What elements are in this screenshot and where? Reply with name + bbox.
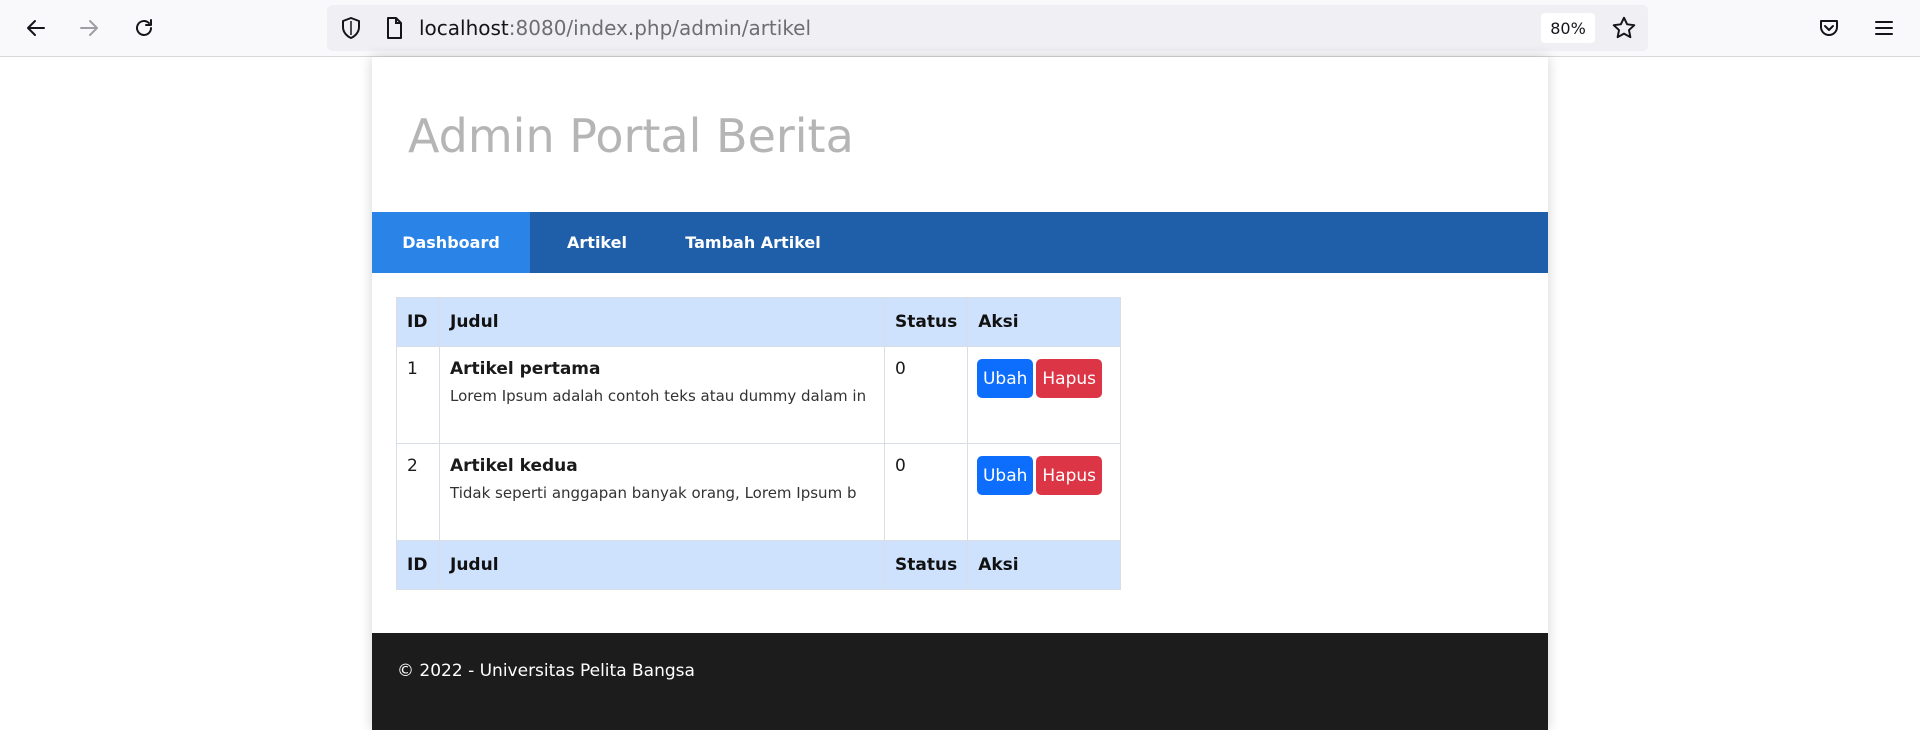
back-arrow-icon bbox=[27, 20, 45, 36]
table-row: 1 Artikel pertama Lorem Ipsum adalah con… bbox=[396, 346, 1122, 444]
site-header: Admin Portal Berita bbox=[372, 57, 1548, 212]
footer-aksi: Aksi bbox=[967, 540, 1122, 590]
article-title: Artikel pertama bbox=[450, 359, 601, 379]
app-menu-button[interactable] bbox=[1869, 13, 1899, 43]
footer-copyright: © 2022 - Universitas Pelita Bangsa bbox=[397, 661, 695, 681]
footer-id: ID bbox=[396, 540, 440, 590]
cell-aksi: Ubah Hapus bbox=[967, 443, 1122, 541]
table-row: 2 Artikel kedua Tidak seperti anggapan b… bbox=[396, 443, 1122, 541]
pocket-icon bbox=[1820, 20, 1838, 36]
nav-artikel[interactable]: Artikel bbox=[530, 212, 664, 273]
article-title: Artikel kedua bbox=[450, 456, 578, 476]
back-button[interactable] bbox=[18, 10, 54, 46]
table-header-row: ID Judul Status Aksi bbox=[396, 297, 1122, 347]
main-nav: Dashboard Artikel Tambah Artikel bbox=[372, 212, 1548, 273]
cell-id: 1 bbox=[396, 346, 440, 444]
cell-status: 0 bbox=[883, 346, 969, 444]
cell-id: 2 bbox=[396, 443, 440, 541]
cell-judul: Artikel pertama Lorem Ipsum adalah conto… bbox=[439, 346, 885, 444]
footer-status: Status bbox=[883, 540, 969, 590]
reload-button[interactable] bbox=[126, 10, 162, 46]
cell-status: 0 bbox=[883, 443, 969, 541]
forward-button[interactable] bbox=[71, 10, 107, 46]
header-judul: Judul bbox=[439, 297, 885, 347]
pocket-button[interactable] bbox=[1814, 13, 1844, 43]
url-text[interactable]: localhost:8080/index.php/admin/artikel bbox=[419, 16, 811, 40]
star-icon[interactable] bbox=[1611, 15, 1637, 41]
cell-aksi: Ubah Hapus bbox=[967, 346, 1122, 444]
reload-icon bbox=[136, 19, 152, 36]
site-title: Admin Portal Berita bbox=[408, 109, 854, 163]
delete-button[interactable]: Hapus bbox=[1036, 456, 1103, 495]
nav-dashboard[interactable]: Dashboard bbox=[372, 212, 530, 273]
edit-button[interactable]: Ubah bbox=[977, 456, 1034, 495]
articles-table: ID Judul Status Aksi 1 Artikel pertama L… bbox=[396, 297, 1122, 590]
shield-icon[interactable] bbox=[339, 16, 363, 40]
table-footer-row: ID Judul Status Aksi bbox=[396, 540, 1122, 590]
cell-judul: Artikel kedua Tidak seperti anggapan ban… bbox=[439, 443, 885, 541]
forward-arrow-icon bbox=[80, 20, 98, 36]
footer-judul: Judul bbox=[439, 540, 885, 590]
url-path: :8080/index.php/admin/artikel bbox=[508, 16, 812, 40]
browser-toolbar: localhost:8080/index.php/admin/artikel 8… bbox=[0, 0, 1920, 57]
header-status: Status bbox=[883, 297, 969, 347]
delete-button[interactable]: Hapus bbox=[1036, 359, 1103, 398]
page-container: Admin Portal Berita Dashboard Artikel Ta… bbox=[372, 57, 1548, 730]
address-bar[interactable]: localhost:8080/index.php/admin/artikel 8… bbox=[327, 5, 1648, 51]
header-aksi: Aksi bbox=[967, 297, 1122, 347]
site-footer: © 2022 - Universitas Pelita Bangsa bbox=[372, 633, 1548, 730]
menu-icon bbox=[1875, 21, 1893, 35]
zoom-level[interactable]: 80% bbox=[1541, 13, 1595, 43]
page-icon[interactable] bbox=[382, 16, 406, 40]
article-excerpt: Lorem Ipsum adalah contoh teks atau dumm… bbox=[450, 387, 867, 405]
edit-button[interactable]: Ubah bbox=[977, 359, 1034, 398]
url-host: localhost bbox=[419, 16, 509, 40]
nav-tambah-artikel[interactable]: Tambah Artikel bbox=[664, 212, 842, 273]
header-id: ID bbox=[396, 297, 440, 347]
article-excerpt: Tidak seperti anggapan banyak orang, Lor… bbox=[450, 484, 857, 502]
